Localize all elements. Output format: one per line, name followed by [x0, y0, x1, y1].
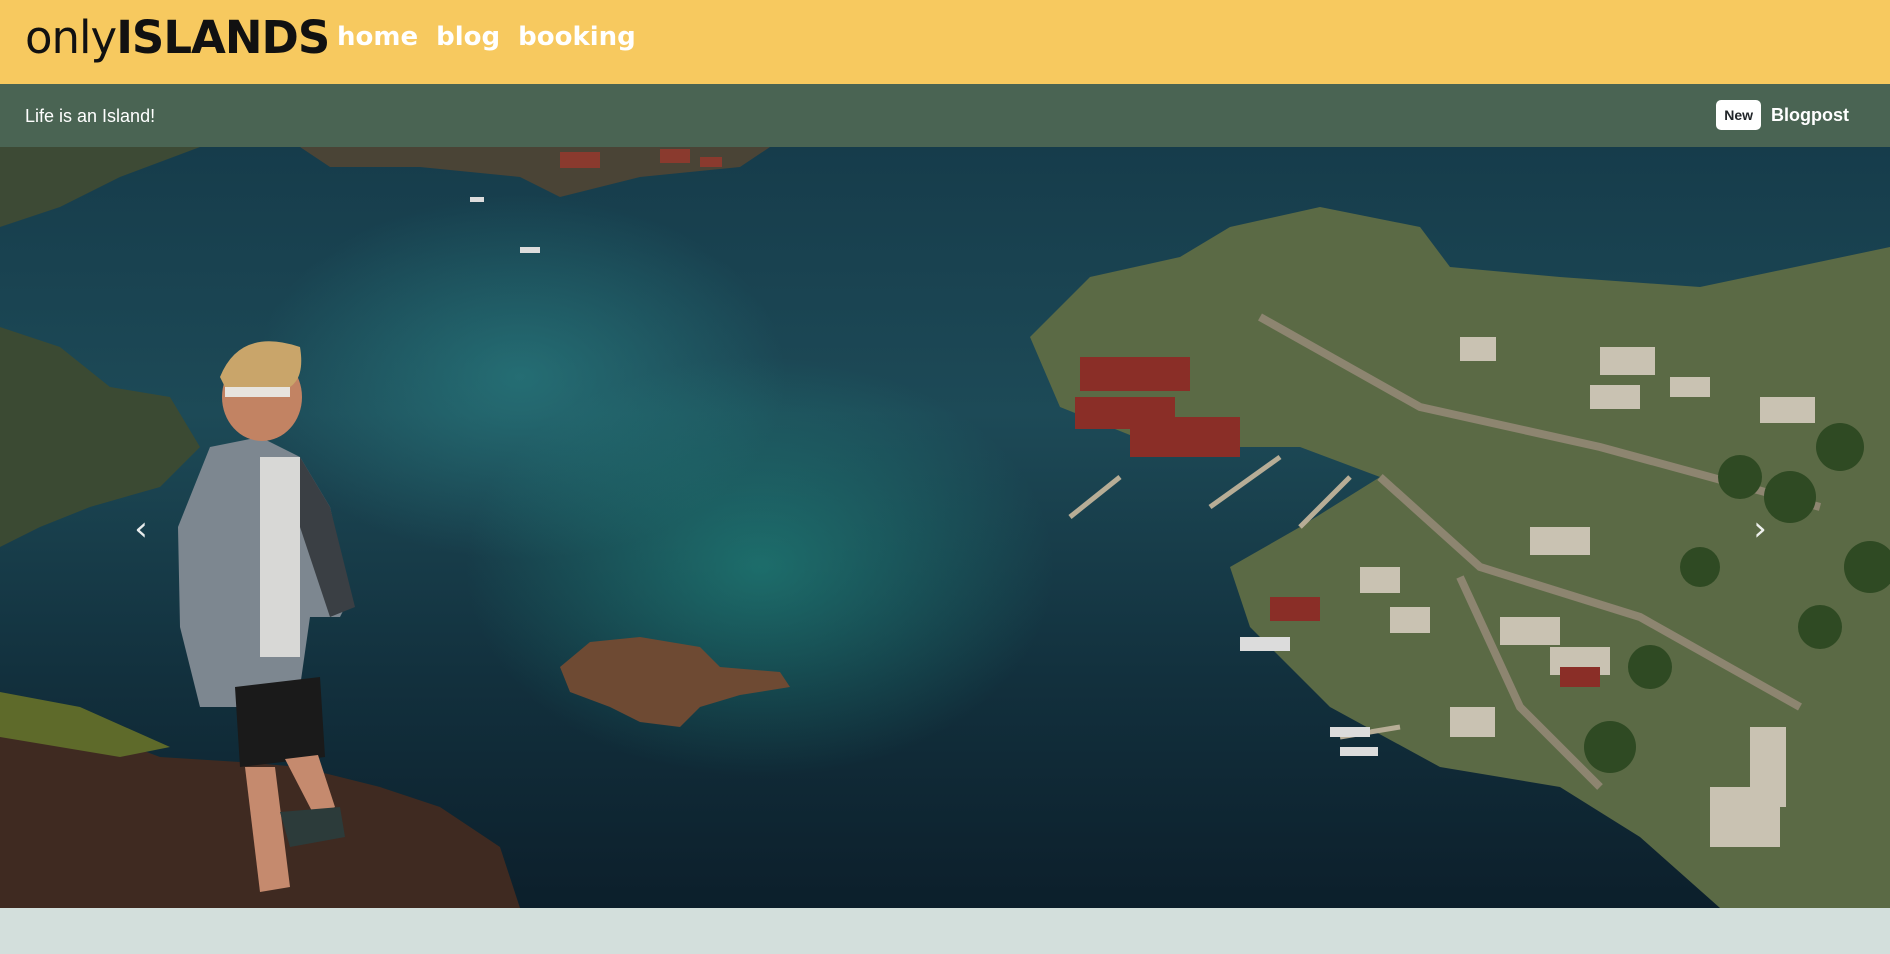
person-shirt — [260, 457, 300, 657]
top-harbor — [300, 147, 770, 197]
new-blogpost-link[interactable]: New Blogpost — [1716, 100, 1849, 130]
carousel-next-button[interactable]: › — [1740, 509, 1780, 549]
hero-carousel: ‹ › — [0, 147, 1890, 908]
chevron-left-icon: ‹ — [134, 509, 148, 549]
carousel-prev-button[interactable]: ‹ — [121, 509, 161, 549]
blogpost-label: Blogpost — [1771, 105, 1849, 125]
brand-bold: ISLANDS — [116, 11, 330, 64]
nav-home[interactable]: home — [337, 17, 418, 57]
brand-light: only — [25, 11, 117, 64]
nav-booking[interactable]: booking — [518, 17, 636, 57]
main-nav: home blog booking — [337, 17, 636, 57]
hero-image — [0, 147, 1890, 908]
new-badge: New — [1716, 100, 1761, 130]
sub-header: Life is an Island! New Blogpost — [0, 84, 1890, 147]
tagline: Life is an Island! — [25, 106, 156, 126]
person-shorts — [235, 677, 325, 767]
shore-top-left — [0, 147, 200, 227]
rocky-islet — [560, 637, 790, 727]
chevron-right-icon: › — [1753, 509, 1767, 549]
top-navbar: onlyISLANDS home blog booking — [0, 0, 1890, 84]
brand-logo[interactable]: onlyISLANDS — [25, 8, 330, 68]
left-coast — [0, 327, 200, 547]
person-headband — [225, 387, 290, 397]
nav-blog[interactable]: blog — [436, 17, 500, 57]
